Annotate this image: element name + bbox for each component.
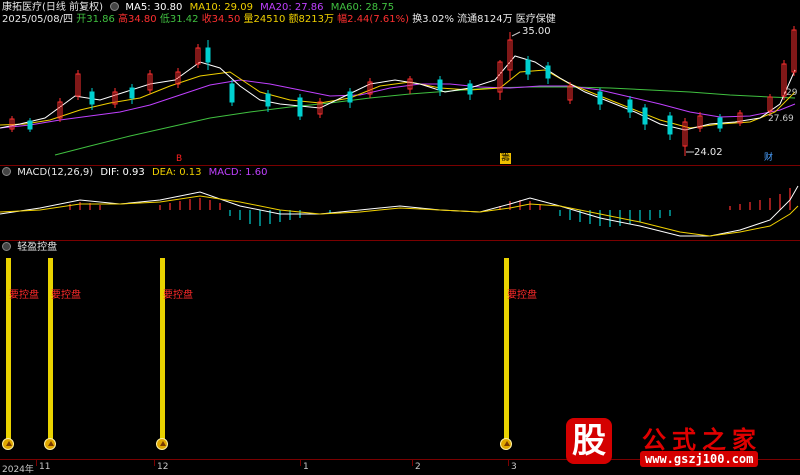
ma5-line	[0, 55, 796, 131]
ma60-value: MA60: 28.75	[330, 2, 395, 13]
ma5-value: MA5: 30.80	[125, 2, 183, 13]
axis-tick-5	[508, 460, 509, 466]
price-min-label: 24.02	[694, 147, 723, 158]
max-pointer	[511, 31, 521, 37]
axis-label-1: 1	[303, 462, 309, 472]
signal-label-4: 要控盘	[507, 290, 537, 301]
axis-label-11: 11	[39, 462, 51, 472]
ma20-line	[0, 79, 796, 129]
signal-label-3: 要控盘	[163, 290, 193, 301]
indicator-title[interactable]: 轻盈控盘	[17, 242, 57, 253]
macd-dif: DIF: 0.93	[100, 167, 145, 178]
axis-label-3: 3	[511, 462, 517, 472]
event-mark-b[interactable]: B	[176, 154, 182, 165]
ma10-line	[0, 69, 796, 129]
macd-histogram	[69, 188, 791, 227]
axis-tick-2	[154, 460, 155, 466]
axis-tick-3	[300, 460, 301, 466]
event-mark-chou[interactable]: 籌	[500, 153, 512, 164]
price-max-label: 35.00	[522, 26, 551, 37]
indicator-header: 轻盈控盘	[2, 242, 57, 254]
signal-label-2: 要控盘	[51, 290, 81, 301]
price-right-label-1: 29	[786, 88, 798, 98]
axis-label-2: 2	[415, 462, 421, 472]
signal-coin-icon-1	[2, 438, 14, 450]
macd-settings-icon[interactable]	[2, 167, 11, 176]
watermark-logo: 股	[566, 418, 612, 464]
signal-label-1: 要控盘	[9, 290, 39, 301]
macd-chart[interactable]	[0, 178, 800, 242]
watermark-url: www.gszj100.com	[640, 451, 759, 467]
macd-dea: DEA: 0.13	[151, 167, 202, 178]
signal-coin-icon-3	[156, 438, 168, 450]
macd-dif-line	[0, 185, 799, 237]
panel-divider-1	[0, 165, 800, 166]
macd-dea-line	[0, 195, 799, 237]
indicator-settings-icon[interactable]	[2, 242, 11, 251]
axis-tick-1	[36, 460, 37, 466]
axis-label-year: 2024年	[2, 465, 34, 475]
axis-label-12: 12	[157, 462, 169, 472]
event-mark-cai[interactable]: 财	[764, 153, 773, 164]
price-header-line1: 康拓医疗(日线 前复权) MA5: 30.80 MA10: 29.09 MA20…	[2, 2, 394, 14]
ma60-line	[54, 86, 796, 156]
macd-value: MACD: 1.60	[208, 167, 268, 178]
ma10-value: MA10: 29.09	[189, 2, 253, 13]
stock-name[interactable]: 康拓医疗(日线 前复权)	[2, 2, 103, 13]
settings-icon[interactable]	[110, 2, 120, 11]
watermark-text: 公式之家	[642, 426, 762, 454]
macd-title[interactable]: MACD(12,26,9)	[17, 167, 93, 178]
ma20-value: MA20: 27.86	[260, 2, 324, 13]
panel-divider-2	[0, 240, 800, 241]
price-chart[interactable]	[0, 24, 800, 166]
signal-coin-icon-2	[44, 438, 56, 450]
price-right-label-2: 27.69	[768, 114, 794, 124]
axis-tick-4	[412, 460, 413, 466]
signal-coin-icon-4	[500, 438, 512, 450]
